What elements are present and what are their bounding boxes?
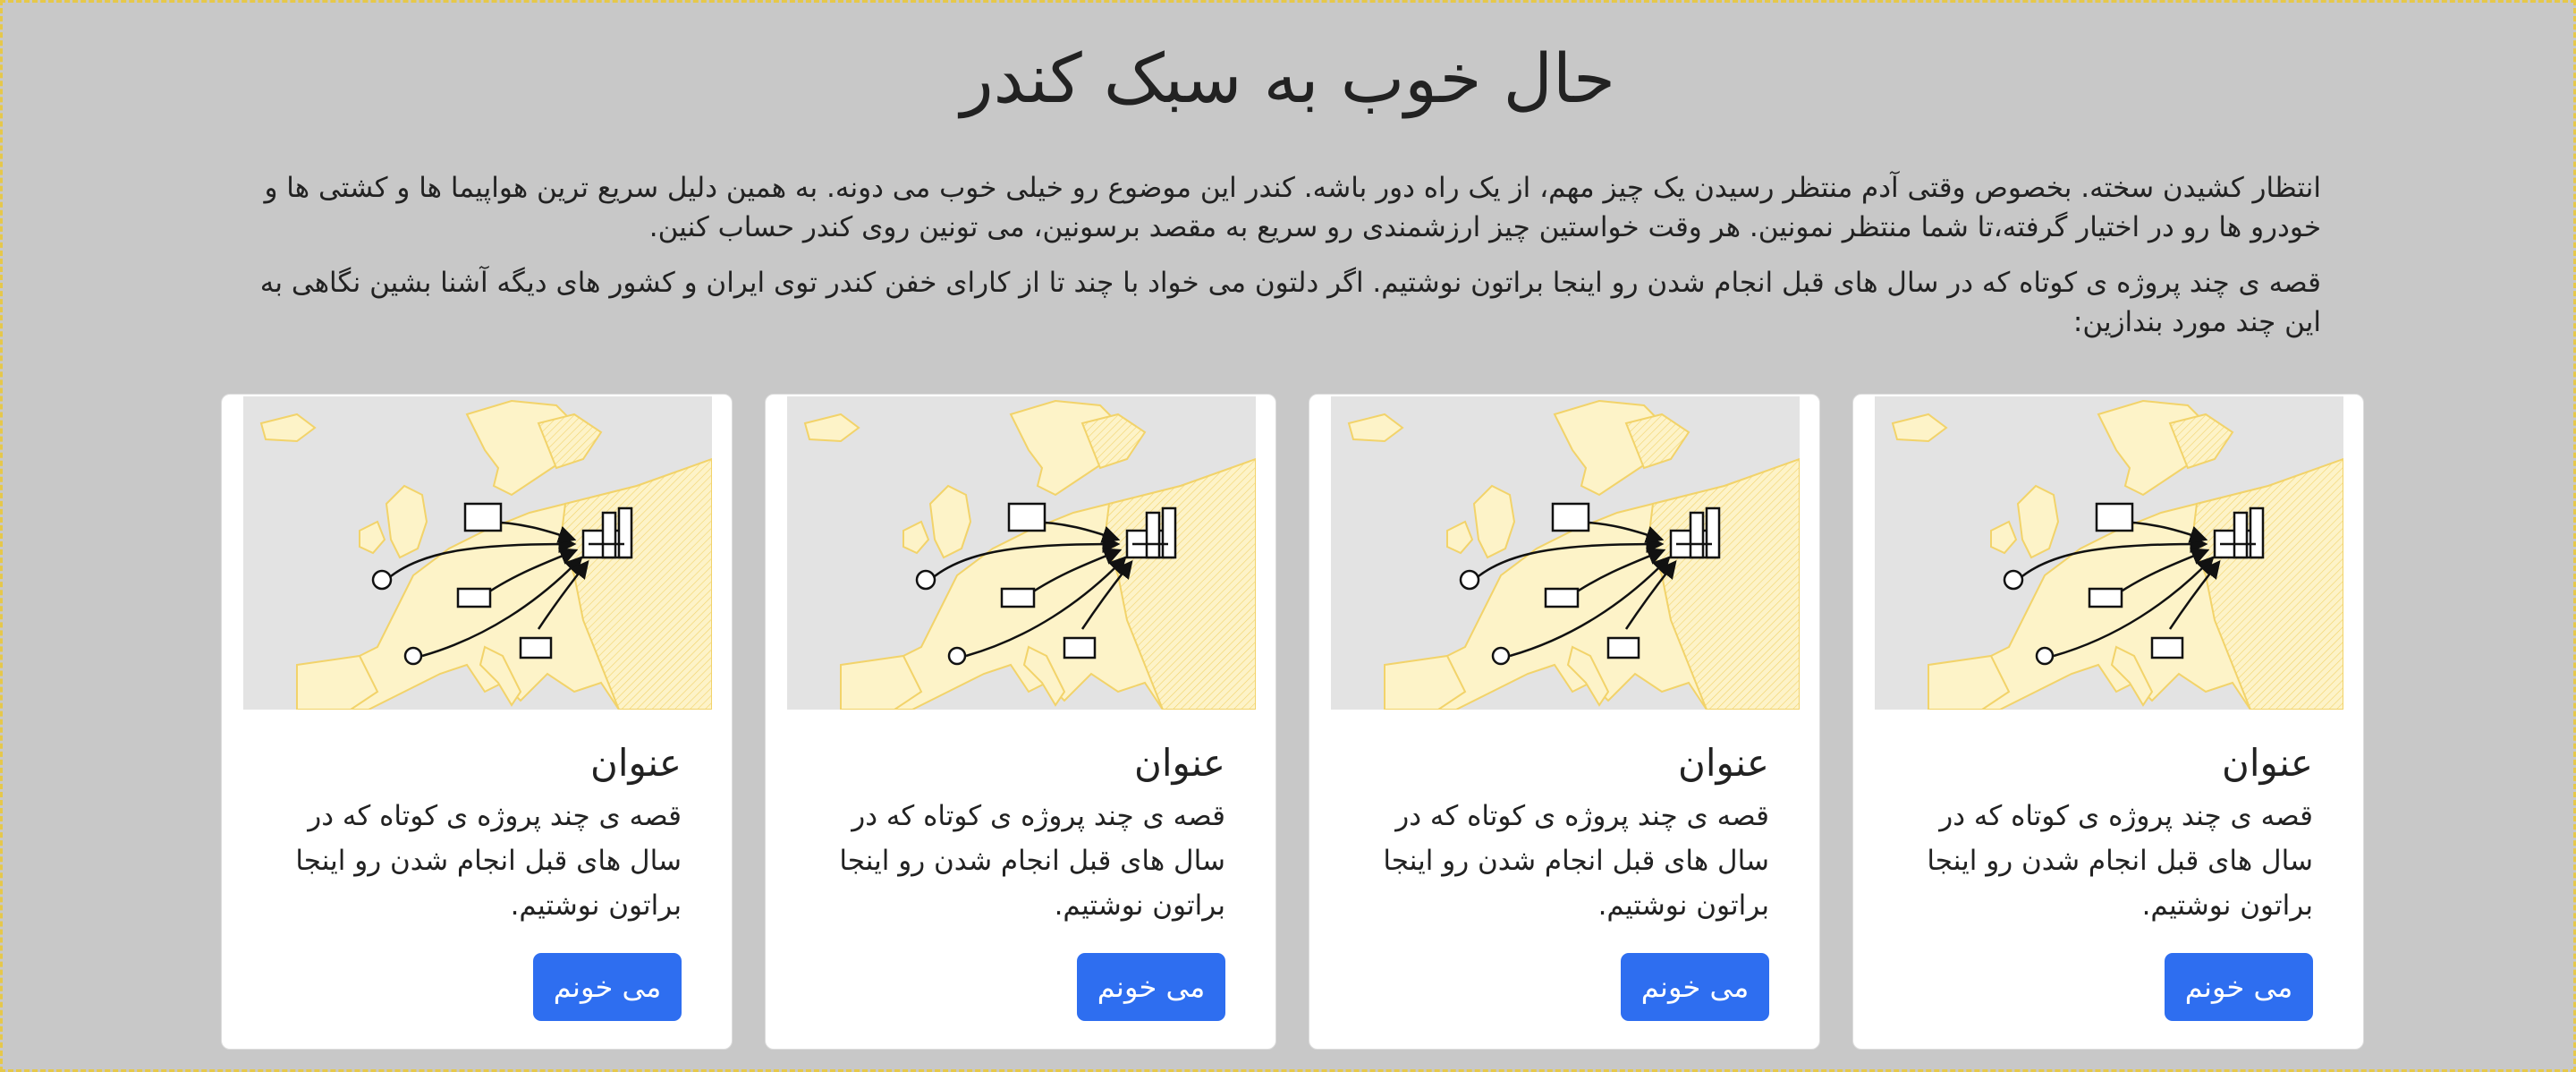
read-more-button[interactable]: می خونم <box>1077 953 1225 1021</box>
project-cards: عنوان قصه ی چند پروژه ی کوتاه که در سال … <box>217 394 2364 1050</box>
card-title: عنوان <box>1678 741 1769 785</box>
europe-map-illustration <box>787 396 1256 710</box>
intro-paragraph-1: انتظار کشیدن سخته. بخصوص وقتی آدم منتظر … <box>264 172 2321 243</box>
project-card: عنوان قصه ی چند پروژه ی کوتاه که در سال … <box>765 394 1276 1050</box>
read-more-button[interactable]: می خونم <box>1621 953 1769 1021</box>
card-text: قصه ی چند پروژه ی کوتاه که در سال های قب… <box>839 800 1225 922</box>
europe-map-illustration <box>1875 396 2343 710</box>
project-card: عنوان قصه ی چند پروژه ی کوتاه که در سال … <box>1309 394 1820 1050</box>
card-title: عنوان <box>2222 741 2313 785</box>
card-title: عنوان <box>1134 741 1225 785</box>
project-card: عنوان قصه ی چند پروژه ی کوتاه که در سال … <box>221 394 733 1050</box>
read-more-button[interactable]: می خونم <box>2165 953 2313 1021</box>
card-text: قصه ی چند پروژه ی کوتاه که در سال های قب… <box>1927 800 2313 922</box>
card-text: قصه ی چند پروژه ی کوتاه که در سال های قب… <box>1383 800 1769 922</box>
project-card: عنوان قصه ی چند پروژه ی کوتاه که در سال … <box>1852 394 2364 1050</box>
europe-map-illustration <box>243 396 712 710</box>
europe-map-illustration <box>1331 396 1800 710</box>
page-title: حال خوب به سبک کندر <box>960 38 1616 118</box>
read-more-button[interactable]: می خونم <box>533 953 682 1021</box>
card-title: عنوان <box>590 741 682 785</box>
card-text: قصه ی چند پروژه ی کوتاه که در سال های قب… <box>295 800 682 922</box>
intro-paragraph-2: قصه ی چند پروژه ی کوتاه که در سال های قب… <box>259 267 2321 338</box>
page: حال خوب به سبک کندر انتظار کشیدن سخته. ب… <box>3 3 2573 1069</box>
